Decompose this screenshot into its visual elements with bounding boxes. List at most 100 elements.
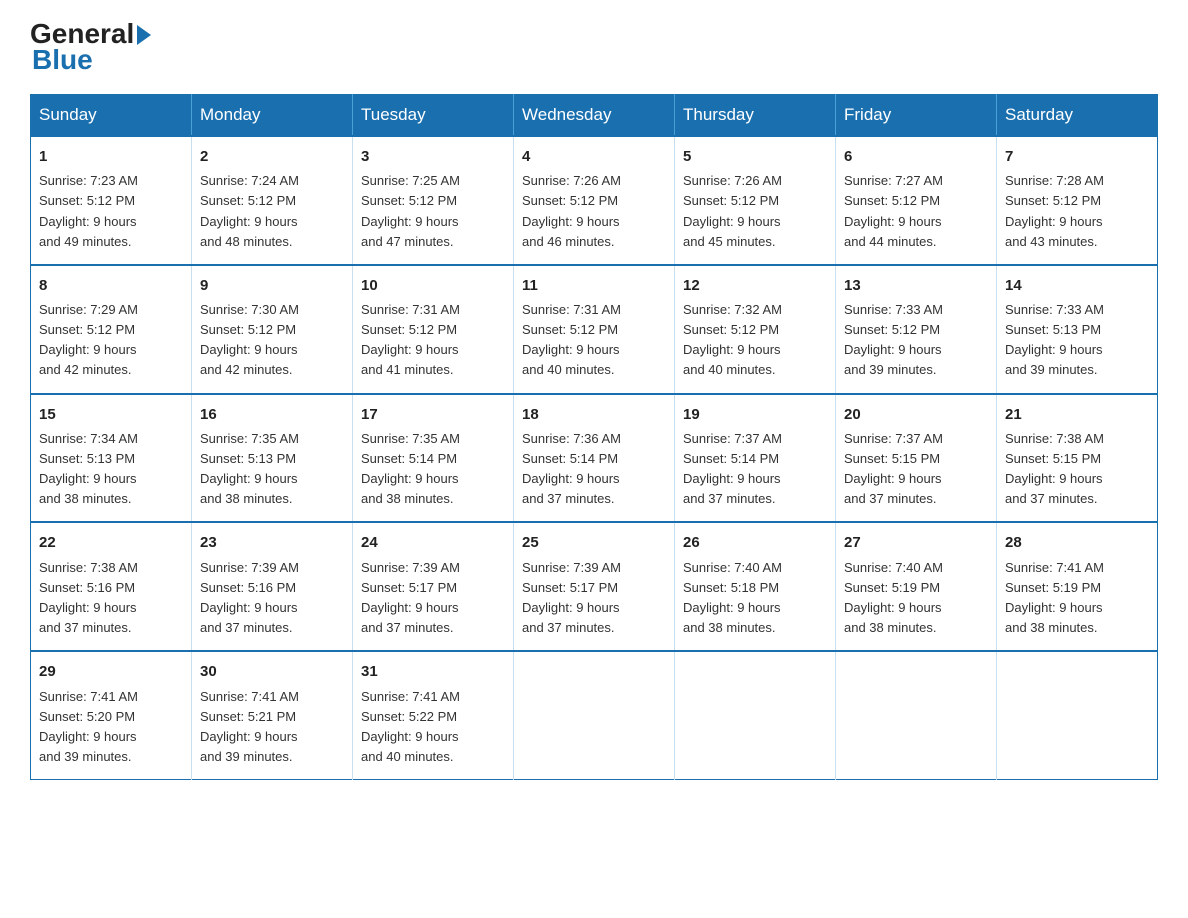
day-info: Sunrise: 7:32 AMSunset: 5:12 PMDaylight:… [683,300,827,381]
logo-arrow-icon [137,25,151,45]
day-info: Sunrise: 7:28 AMSunset: 5:12 PMDaylight:… [1005,171,1149,252]
day-number: 1 [39,145,183,168]
day-info: Sunrise: 7:23 AMSunset: 5:12 PMDaylight:… [39,171,183,252]
calendar-cell: 5Sunrise: 7:26 AMSunset: 5:12 PMDaylight… [675,136,836,265]
day-info: Sunrise: 7:41 AMSunset: 5:22 PMDaylight:… [361,687,505,768]
day-info: Sunrise: 7:41 AMSunset: 5:20 PMDaylight:… [39,687,183,768]
day-info: Sunrise: 7:29 AMSunset: 5:12 PMDaylight:… [39,300,183,381]
calendar-cell: 20Sunrise: 7:37 AMSunset: 5:15 PMDayligh… [836,394,997,523]
weekday-header-monday: Monday [192,95,353,137]
day-info: Sunrise: 7:38 AMSunset: 5:15 PMDaylight:… [1005,429,1149,510]
calendar-cell: 24 Sunrise: 7:39 AMSunset: 5:17 PMDayligh… [353,522,514,651]
calendar-cell [836,651,997,779]
calendar-cell: 15Sunrise: 7:34 AMSunset: 5:13 PMDayligh… [31,394,192,523]
day-number: 28 [1005,531,1149,554]
week-row-1: 1 Sunrise: 7:23 AMSunset: 5:12 PMDaylight… [31,136,1158,265]
day-info: Sunrise: 7:30 AMSunset: 5:12 PMDaylight:… [200,300,344,381]
day-number: 7 [1005,145,1149,168]
weekday-header-tuesday: Tuesday [353,95,514,137]
calendar-cell: 14 Sunrise: 7:33 AMSunset: 5:13 PMDayligh… [997,265,1158,394]
day-number: 10 [361,274,505,297]
calendar-cell: 7 Sunrise: 7:28 AMSunset: 5:12 PMDaylight… [997,136,1158,265]
calendar-cell: 3 Sunrise: 7:25 AMSunset: 5:12 PMDaylight… [353,136,514,265]
calendar-cell: 6 Sunrise: 7:27 AMSunset: 5:12 PMDaylight… [836,136,997,265]
day-info: Sunrise: 7:37 AMSunset: 5:14 PMDaylight:… [683,429,827,510]
calendar-cell: 25 Sunrise: 7:39 AMSunset: 5:17 PMDayligh… [514,522,675,651]
day-info: Sunrise: 7:41 AMSunset: 5:21 PMDaylight:… [200,687,344,768]
week-row-3: 15Sunrise: 7:34 AMSunset: 5:13 PMDayligh… [31,394,1158,523]
day-number: 5 [683,145,827,168]
weekday-header-thursday: Thursday [675,95,836,137]
weekday-header-friday: Friday [836,95,997,137]
day-number: 17 [361,403,505,426]
calendar-cell: 22Sunrise: 7:38 AMSunset: 5:16 PMDayligh… [31,522,192,651]
day-info: Sunrise: 7:33 AMSunset: 5:13 PMDaylight:… [1005,300,1149,381]
day-number: 26 [683,531,827,554]
calendar-cell: 29Sunrise: 7:41 AMSunset: 5:20 PMDayligh… [31,651,192,779]
calendar-cell: 8 Sunrise: 7:29 AMSunset: 5:12 PMDaylight… [31,265,192,394]
day-info: Sunrise: 7:40 AMSunset: 5:19 PMDaylight:… [844,558,988,639]
day-number: 31 [361,660,505,683]
calendar-cell: 19 Sunrise: 7:37 AMSunset: 5:14 PMDayligh… [675,394,836,523]
page-header: General Blue [30,20,1158,76]
calendar-cell: 16Sunrise: 7:35 AMSunset: 5:13 PMDayligh… [192,394,353,523]
week-row-2: 8 Sunrise: 7:29 AMSunset: 5:12 PMDaylight… [31,265,1158,394]
weekday-header-sunday: Sunday [31,95,192,137]
calendar-cell: 10 Sunrise: 7:31 AMSunset: 5:12 PMDayligh… [353,265,514,394]
calendar-cell: 4 Sunrise: 7:26 AMSunset: 5:12 PMDaylight… [514,136,675,265]
logo-blue-text: Blue [32,44,93,76]
day-number: 6 [844,145,988,168]
calendar-cell: 2Sunrise: 7:24 AMSunset: 5:12 PMDaylight… [192,136,353,265]
week-row-4: 22Sunrise: 7:38 AMSunset: 5:16 PMDayligh… [31,522,1158,651]
day-info: Sunrise: 7:37 AMSunset: 5:15 PMDaylight:… [844,429,988,510]
day-info: Sunrise: 7:26 AMSunset: 5:12 PMDaylight:… [522,171,666,252]
day-info: Sunrise: 7:31 AMSunset: 5:12 PMDaylight:… [361,300,505,381]
day-number: 18 [522,403,666,426]
day-info: Sunrise: 7:34 AMSunset: 5:13 PMDaylight:… [39,429,183,510]
day-info: Sunrise: 7:36 AMSunset: 5:14 PMDaylight:… [522,429,666,510]
day-number: 25 [522,531,666,554]
day-info: Sunrise: 7:39 AMSunset: 5:17 PMDaylight:… [522,558,666,639]
calendar-cell: 11Sunrise: 7:31 AMSunset: 5:12 PMDayligh… [514,265,675,394]
day-number: 11 [522,274,666,297]
day-number: 3 [361,145,505,168]
calendar-cell: 27Sunrise: 7:40 AMSunset: 5:19 PMDayligh… [836,522,997,651]
day-info: Sunrise: 7:25 AMSunset: 5:12 PMDaylight:… [361,171,505,252]
calendar-cell [675,651,836,779]
week-row-5: 29Sunrise: 7:41 AMSunset: 5:20 PMDayligh… [31,651,1158,779]
day-info: Sunrise: 7:41 AMSunset: 5:19 PMDaylight:… [1005,558,1149,639]
day-number: 21 [1005,403,1149,426]
logo: General Blue [30,20,151,76]
calendar-cell: 30 Sunrise: 7:41 AMSunset: 5:21 PMDayligh… [192,651,353,779]
calendar-cell: 13Sunrise: 7:33 AMSunset: 5:12 PMDayligh… [836,265,997,394]
day-number: 12 [683,274,827,297]
calendar-cell: 31 Sunrise: 7:41 AMSunset: 5:22 PMDayligh… [353,651,514,779]
calendar-cell [997,651,1158,779]
calendar-table: SundayMondayTuesdayWednesdayThursdayFrid… [30,94,1158,780]
calendar-cell: 18 Sunrise: 7:36 AMSunset: 5:14 PMDayligh… [514,394,675,523]
day-number: 4 [522,145,666,168]
day-number: 9 [200,274,344,297]
day-info: Sunrise: 7:39 AMSunset: 5:16 PMDaylight:… [200,558,344,639]
day-info: Sunrise: 7:27 AMSunset: 5:12 PMDaylight:… [844,171,988,252]
day-number: 30 [200,660,344,683]
day-number: 23 [200,531,344,554]
calendar-cell: 12 Sunrise: 7:32 AMSunset: 5:12 PMDayligh… [675,265,836,394]
day-number: 22 [39,531,183,554]
day-info: Sunrise: 7:39 AMSunset: 5:17 PMDaylight:… [361,558,505,639]
day-info: Sunrise: 7:24 AMSunset: 5:12 PMDaylight:… [200,171,344,252]
calendar-cell [514,651,675,779]
calendar-cell: 1 Sunrise: 7:23 AMSunset: 5:12 PMDaylight… [31,136,192,265]
day-number: 8 [39,274,183,297]
calendar-cell: 21 Sunrise: 7:38 AMSunset: 5:15 PMDayligh… [997,394,1158,523]
day-number: 19 [683,403,827,426]
day-info: Sunrise: 7:40 AMSunset: 5:18 PMDaylight:… [683,558,827,639]
day-number: 14 [1005,274,1149,297]
weekday-header-row: SundayMondayTuesdayWednesdayThursdayFrid… [31,95,1158,137]
day-info: Sunrise: 7:33 AMSunset: 5:12 PMDaylight:… [844,300,988,381]
calendar-cell: 26 Sunrise: 7:40 AMSunset: 5:18 PMDayligh… [675,522,836,651]
calendar-cell: 17Sunrise: 7:35 AMSunset: 5:14 PMDayligh… [353,394,514,523]
calendar-cell: 9 Sunrise: 7:30 AMSunset: 5:12 PMDaylight… [192,265,353,394]
day-info: Sunrise: 7:35 AMSunset: 5:13 PMDaylight:… [200,429,344,510]
day-number: 24 [361,531,505,554]
